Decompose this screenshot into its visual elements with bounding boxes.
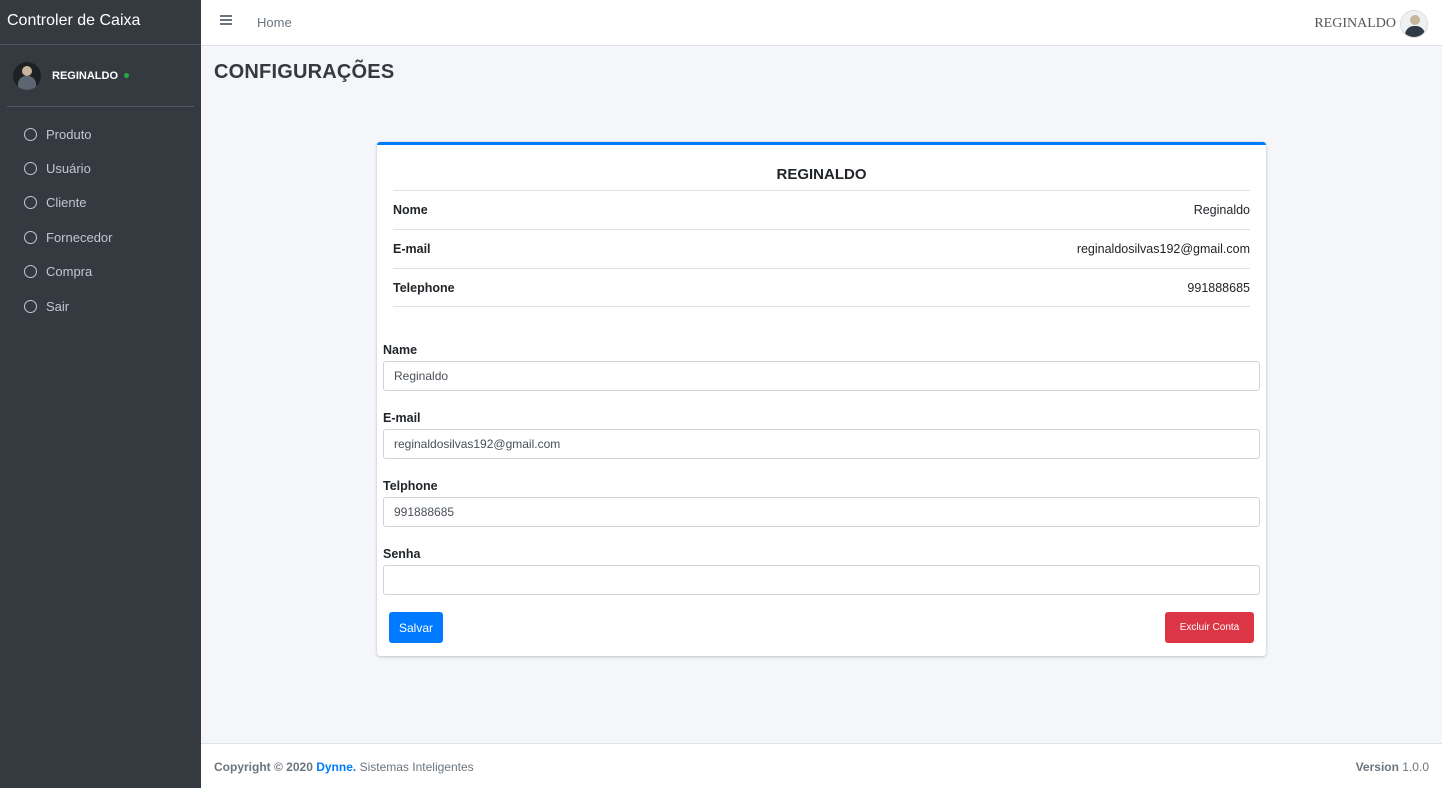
profile-info-list: Nome Reginaldo E-mail reginaldosilvas192… [393,190,1250,307]
sidebar-item-label: Sair [46,298,70,314]
sidebar-item-compra[interactable]: Compra [0,255,201,289]
footer-copyright: Copyright © 2020 Dynne. Sistemas Intelig… [214,760,474,774]
circle-outline-icon [24,230,37,244]
online-status-icon [124,73,129,79]
sidebar-item-label: Usuário [46,161,91,177]
email-input[interactable] [383,429,1260,459]
top-user-menu[interactable]: REGINALDO [1314,10,1428,38]
info-label: Telephone [393,280,455,295]
version-value: 1.0.0 [1402,760,1429,774]
save-button[interactable]: Salvar [389,612,443,643]
user-panel: REGINALDO [7,45,194,107]
sidebar-item-label: Fornecedor [46,229,113,245]
sidebar-item-produto[interactable]: Produto [0,117,201,151]
top-user-name: REGINALDO [1314,16,1396,31]
sidebar-item-sair[interactable]: Sair [0,289,201,323]
info-label: Nome [393,203,428,217]
sidebar-item-fornecedor[interactable]: Fornecedor [0,220,201,254]
info-value: 991888685 [1187,280,1250,295]
copyright-text: Copyright © 2020 [214,760,313,774]
delete-account-button[interactable]: Excluir Conta [1165,612,1254,643]
version-label: Version [1355,760,1399,774]
name-group: Name [383,341,1260,391]
info-row-telephone: Telephone 991888685 [393,268,1250,307]
sidebar-item-label: Cliente [46,195,87,211]
circle-outline-icon [24,162,37,176]
info-value: reginaldosilvas192@gmail.com [1076,242,1250,256]
password-input[interactable] [383,565,1260,595]
circle-outline-icon [24,196,37,210]
password-group: Senha [383,545,1260,595]
profile-card-title: REGINALDO [776,166,867,183]
circle-outline-icon [24,265,37,279]
name-input[interactable] [383,361,1260,391]
name-label: Name [383,343,418,357]
circle-outline-icon [24,299,37,313]
phone-group: Telphone [383,477,1260,527]
footer-version: Version 1.0.0 [1356,760,1429,774]
info-row-email: E-mail reginaldosilvas192@gmail.com [393,229,1250,268]
hamburger-icon[interactable] [220,15,232,25]
home-link[interactable]: Home [257,15,292,30]
top-user-avatar [1400,10,1428,38]
settings-form: Name E-mail Telphone Senha [383,341,1260,613]
footer: Copyright © 2020 Dynne. Sistemas Intelig… [201,743,1442,788]
brand-title[interactable]: Controler de Caixa [0,0,201,45]
sidebar-item-label: Compra [46,264,93,280]
circle-outline-icon [24,127,37,141]
sidebar-item-usuario[interactable]: Usuário [0,151,201,185]
sidebar-nav: Produto Usuário Cliente Fornecedor Compr… [0,117,201,323]
email-group: E-mail [383,409,1260,459]
sidebar: Controler de Caixa REGINALDO Produto Usu… [0,0,201,788]
info-value: Reginaldo [1193,203,1250,217]
user-avatar [13,61,41,90]
sidebar-item-label: Produto [46,126,92,142]
sidebar-user-name[interactable]: REGINALDO [52,70,129,82]
company-tagline: Sistemas Inteligentes [359,760,474,774]
company-link[interactable]: Dynne. [316,760,356,774]
email-label: E-mail [383,411,421,425]
phone-input[interactable] [383,497,1260,527]
sidebar-item-cliente[interactable]: Cliente [0,186,201,220]
sidebar-user-name-text: REGINALDO [52,69,118,82]
phone-label: Telphone [383,479,438,493]
page-title: CONFIGURAÇÕES [214,61,395,83]
info-label: E-mail [393,242,431,256]
profile-card: REGINALDO Nome Reginaldo E-mail reginald… [377,142,1266,656]
info-row-nome: Nome Reginaldo [393,190,1250,229]
password-label: Senha [383,547,421,561]
top-navbar: Home REGINALDO [201,0,1442,46]
